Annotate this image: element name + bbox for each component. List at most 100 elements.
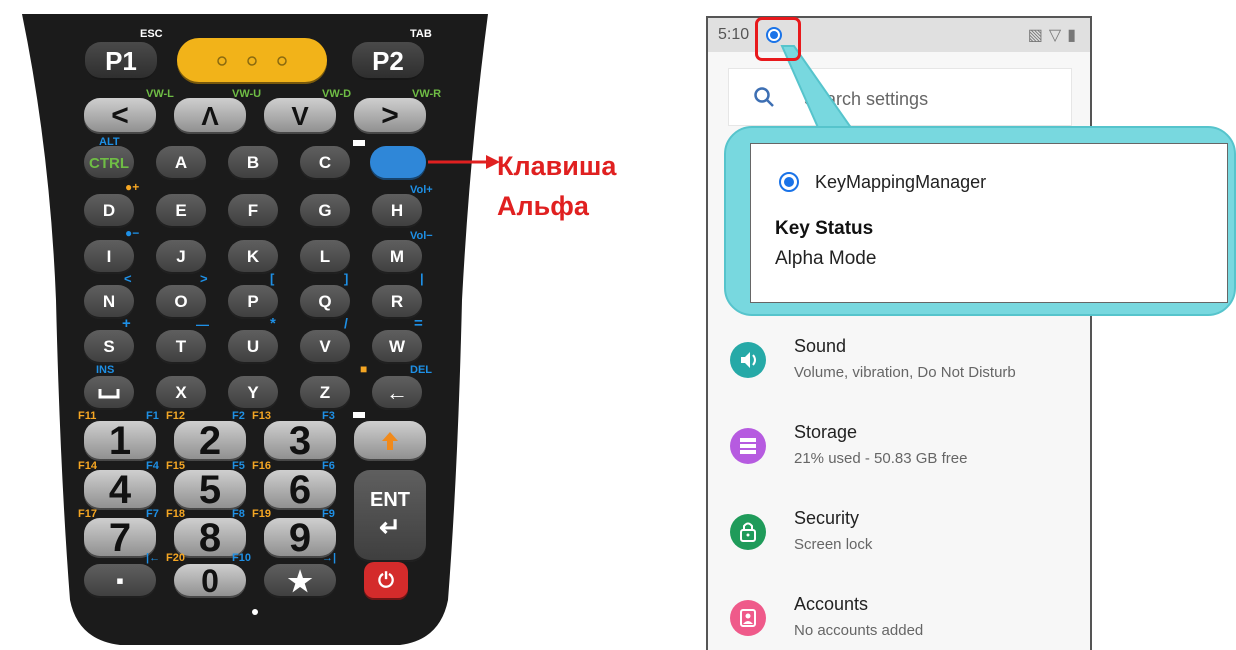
notification-body: Alpha Mode <box>775 248 877 269</box>
key-a[interactable]: A <box>156 146 206 180</box>
phone-screen: 5:10 ▧▽▮ Search settings Sound Volume, v… <box>706 16 1092 650</box>
star-label: * <box>270 315 276 332</box>
f12-label: F12 <box>166 410 185 422</box>
alpha-key[interactable] <box>370 146 426 180</box>
key-6[interactable]: 6 <box>264 468 336 512</box>
settings-item-security[interactable]: Security Screen lock <box>708 502 1090 572</box>
sound-subtitle: Volume, vibration, Do Not Disturb <box>794 364 1016 381</box>
star-key[interactable]: ★ <box>264 564 336 598</box>
device-keypad: ESC TAB P1 P2 VW-L VW-U VW-D VW-R < Λ V … <box>0 0 520 650</box>
f15-label: F15 <box>166 460 185 472</box>
ins-label: INS <box>96 364 115 376</box>
security-subtitle: Screen lock <box>794 536 873 553</box>
vol-down-label: Vol− <box>410 230 433 242</box>
alpha-caption-line-2: Альфа <box>497 191 589 221</box>
notification-title: Key Status <box>775 218 874 239</box>
key-i[interactable]: I <box>84 240 134 274</box>
settings-item-storage[interactable]: Storage 21% used - 50.83 GB free <box>708 416 1090 486</box>
key-u[interactable]: U <box>228 330 278 364</box>
key-n[interactable]: N <box>84 285 134 319</box>
end-arrow-label: →| <box>322 552 337 564</box>
lbracket-label: [ <box>270 271 275 286</box>
key-z[interactable]: Z <box>300 376 350 410</box>
shift-key[interactable] <box>354 421 426 461</box>
nav-right-key[interactable]: > <box>354 98 426 134</box>
backspace-key[interactable]: ← <box>372 376 422 410</box>
enter-icon: ↵ <box>379 512 401 542</box>
key-v[interactable]: V <box>300 330 350 364</box>
settings-item-sound[interactable]: Sound Volume, vibration, Do Not Disturb <box>708 330 1090 400</box>
key-0[interactable]: 0 <box>174 563 246 599</box>
key-q[interactable]: Q <box>300 285 350 319</box>
key-k[interactable]: K <box>228 240 278 274</box>
vw-r-label: VW-R <box>412 88 442 100</box>
wifi-icon: ▽ <box>1048 27 1068 44</box>
key-e[interactable]: E <box>156 194 206 228</box>
storage-subtitle: 21% used - 50.83 GB free <box>794 450 968 467</box>
key-c[interactable]: C <box>300 146 350 180</box>
dot-key[interactable]: ▪ <box>84 564 156 598</box>
nav-down-key[interactable]: V <box>264 98 336 134</box>
ctrl-key[interactable]: CTRL <box>84 146 134 180</box>
key-y[interactable]: Y <box>228 376 278 410</box>
f3-label: F3 <box>322 410 335 422</box>
key-x[interactable]: X <box>156 376 206 410</box>
p2-key[interactable]: P2 <box>352 42 424 80</box>
key-m[interactable]: M <box>372 240 422 274</box>
vol-up-label: Vol+ <box>410 184 433 196</box>
key-r[interactable]: R <box>372 285 422 319</box>
status-icon-highlight <box>755 17 801 61</box>
notification-card[interactable]: KeyMappingManager Key Status Alpha Mode <box>750 143 1228 303</box>
f18-label: F18 <box>166 508 185 520</box>
space-key[interactable] <box>84 376 134 410</box>
key-1[interactable]: 1 <box>84 419 156 463</box>
shift-up-icon <box>382 432 398 450</box>
key-h[interactable]: H <box>372 194 422 228</box>
slash-label: / <box>344 315 348 331</box>
key-b[interactable]: B <box>228 146 278 180</box>
key-f[interactable]: F <box>228 194 278 228</box>
f4-label: F4 <box>146 460 159 472</box>
keymapping-app-icon <box>779 172 799 192</box>
key-s[interactable]: S <box>84 330 134 364</box>
vw-l-label: VW-L <box>146 88 174 100</box>
esc-label: ESC <box>140 28 163 40</box>
volume-icon <box>730 342 766 378</box>
settings-item-accounts[interactable]: Accounts No accounts added <box>708 588 1090 650</box>
enter-key[interactable]: ENT ↵ <box>354 470 426 562</box>
key-l[interactable]: L <box>300 240 350 274</box>
key-3[interactable]: 3 <box>264 419 336 463</box>
search-icon <box>754 87 774 107</box>
nav-up-key[interactable]: Λ <box>174 98 246 134</box>
key-t[interactable]: T <box>156 330 206 364</box>
key-2[interactable]: 2 <box>174 419 246 463</box>
scan-key[interactable] <box>177 38 327 84</box>
f20-label: F20 <box>166 552 185 564</box>
key-o[interactable]: O <box>156 285 206 319</box>
key-p[interactable]: P <box>228 285 278 319</box>
key-5[interactable]: 5 <box>174 468 246 512</box>
equals-label: = <box>414 315 423 332</box>
lock-icon <box>730 514 766 550</box>
accounts-title: Accounts <box>794 594 869 614</box>
nav-left-key[interactable]: < <box>84 98 156 134</box>
power-icon: ⏻ <box>378 569 394 592</box>
f11-label: F11 <box>78 410 97 422</box>
key-4[interactable]: 4 <box>84 468 156 512</box>
f2-label: F2 <box>232 410 245 422</box>
key-w[interactable]: W <box>372 330 422 364</box>
alpha-key-caption: Клавиша Альфа <box>497 146 616 226</box>
key-j[interactable]: J <box>156 240 206 274</box>
key-g[interactable]: G <box>300 194 350 228</box>
notification-app-name: KeyMappingManager <box>815 172 987 192</box>
battery-icon: ▮ <box>1067 27 1082 44</box>
storage-title: Storage <box>794 422 858 442</box>
vw-d-label: VW-D <box>322 88 352 100</box>
f7-label: F7 <box>146 508 159 520</box>
accounts-subtitle: No accounts added <box>794 622 924 639</box>
minus-label: — <box>196 317 209 332</box>
power-key[interactable]: ⏻ <box>364 562 408 600</box>
key-d[interactable]: D <box>84 194 134 228</box>
p1-key[interactable]: P1 <box>85 42 157 80</box>
f13-label: F13 <box>252 410 271 422</box>
